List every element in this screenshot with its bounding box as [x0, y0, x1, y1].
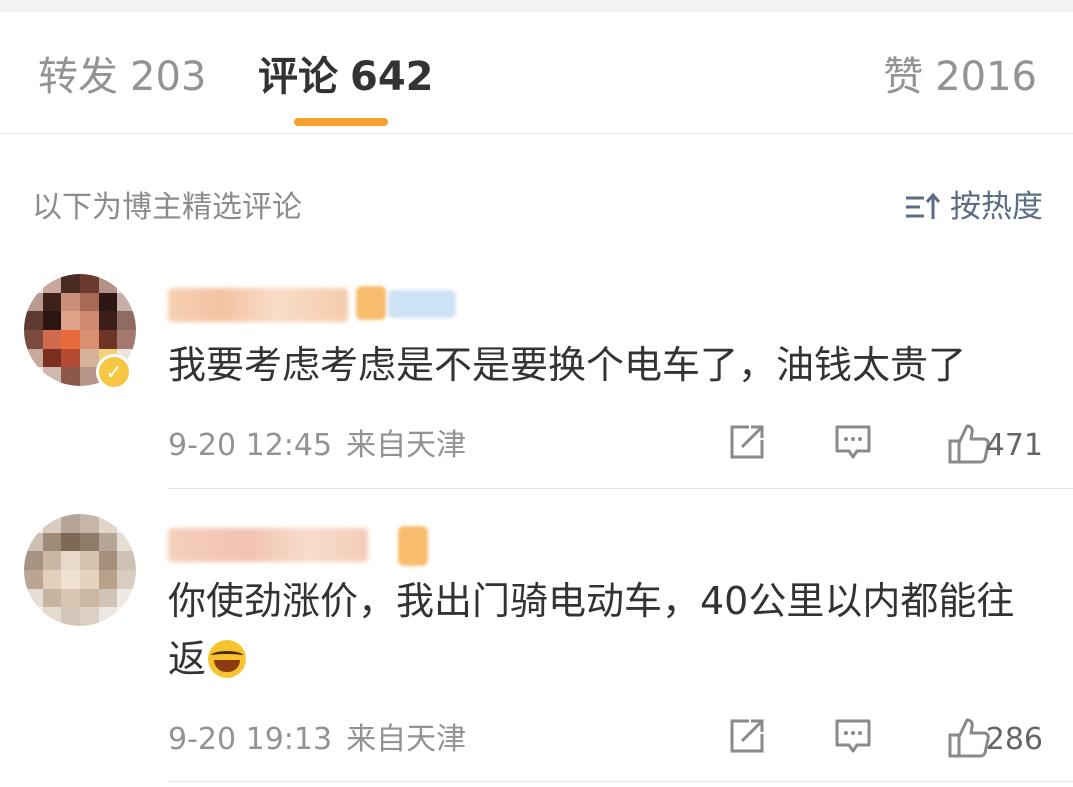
tab-like-count: 2016	[935, 54, 1037, 100]
avatar-mosaic	[24, 514, 136, 626]
selected-comments-hint: 以下为博主精选评论	[32, 190, 302, 225]
comment-time: 9-20 12:45	[168, 428, 333, 463]
share-icon	[730, 425, 764, 459]
tab-repost-count: 203	[130, 54, 207, 100]
tab-bar: 转发 203 评论 642 赞 2016	[0, 12, 1073, 134]
username-blurred[interactable]	[168, 288, 348, 322]
comment-meta: 9-20 12:45 来自天津 471	[168, 420, 1043, 470]
tab-repost-label: 转发	[38, 54, 118, 100]
fan-tag	[388, 290, 456, 318]
avatar[interactable]	[24, 514, 136, 626]
comment-icon	[835, 425, 871, 459]
tab-comment[interactable]: 评论 642	[258, 54, 434, 100]
comment-icon	[835, 719, 871, 753]
tab-like-label: 赞	[883, 54, 924, 100]
like-count: 471	[985, 428, 1043, 463]
comment-filter-row: 以下为博主精选评论 按热度	[0, 180, 1073, 236]
comment-meta: 9-20 19:13 来自天津 286	[168, 714, 1043, 764]
tab-like[interactable]: 赞 2016	[883, 54, 1037, 100]
comment-time: 9-20 19:13	[168, 722, 333, 757]
username-blurred[interactable]	[168, 528, 368, 562]
comment-item: ✓ 我要考虑考虑是不是要换个电车了，油钱太贵了 9-20 12:45 来自天津	[0, 274, 1073, 489]
comment-location: 来自天津	[346, 428, 467, 463]
tab-repost[interactable]: 转发 203	[38, 54, 206, 100]
reply-button[interactable]	[833, 716, 873, 756]
share-icon	[730, 719, 764, 753]
share-button[interactable]	[727, 422, 767, 462]
active-tab-indicator	[294, 118, 388, 126]
member-badge-icon	[356, 286, 386, 320]
comment-text: 我要考虑考虑是不是要换个电车了，油钱太贵了	[168, 343, 967, 387]
thumbs-up-icon	[948, 718, 990, 758]
sort-by-heat-button[interactable]: 按热度	[904, 186, 1043, 228]
sort-label: 按热度	[950, 189, 1043, 225]
status-bar-strip	[0, 0, 1073, 12]
divider	[168, 488, 1073, 489]
thumbs-up-icon	[948, 424, 990, 464]
share-button[interactable]	[727, 716, 767, 756]
comment-location: 来自天津	[346, 722, 467, 757]
comment-timestamp: 9-20 19:13 来自天津	[168, 720, 466, 760]
member-badge-icon	[398, 526, 428, 566]
like-count: 286	[985, 722, 1043, 757]
tab-comment-label: 评论	[258, 54, 338, 100]
comment-text: 你使劲涨价，我出门骑电动车，40公里以内都能往返	[168, 572, 1048, 688]
comment-timestamp: 9-20 12:45 来自天津	[168, 426, 466, 466]
divider	[168, 781, 1073, 782]
verified-badge-icon: ✓	[96, 354, 132, 390]
comment-item: 你使劲涨价，我出门骑电动车，40公里以内都能往返 9-20 19:13 来自天津	[0, 514, 1073, 782]
comment-text-body: 你使劲涨价，我出门骑电动车，40公里以内都能往返	[168, 579, 1015, 681]
tab-comment-count: 642	[350, 54, 434, 100]
sort-descending-icon	[906, 192, 941, 219]
laugh-cry-emoji-icon	[208, 640, 247, 678]
reply-button[interactable]	[833, 422, 873, 462]
like-button[interactable]	[947, 716, 991, 760]
like-button[interactable]	[947, 422, 991, 466]
